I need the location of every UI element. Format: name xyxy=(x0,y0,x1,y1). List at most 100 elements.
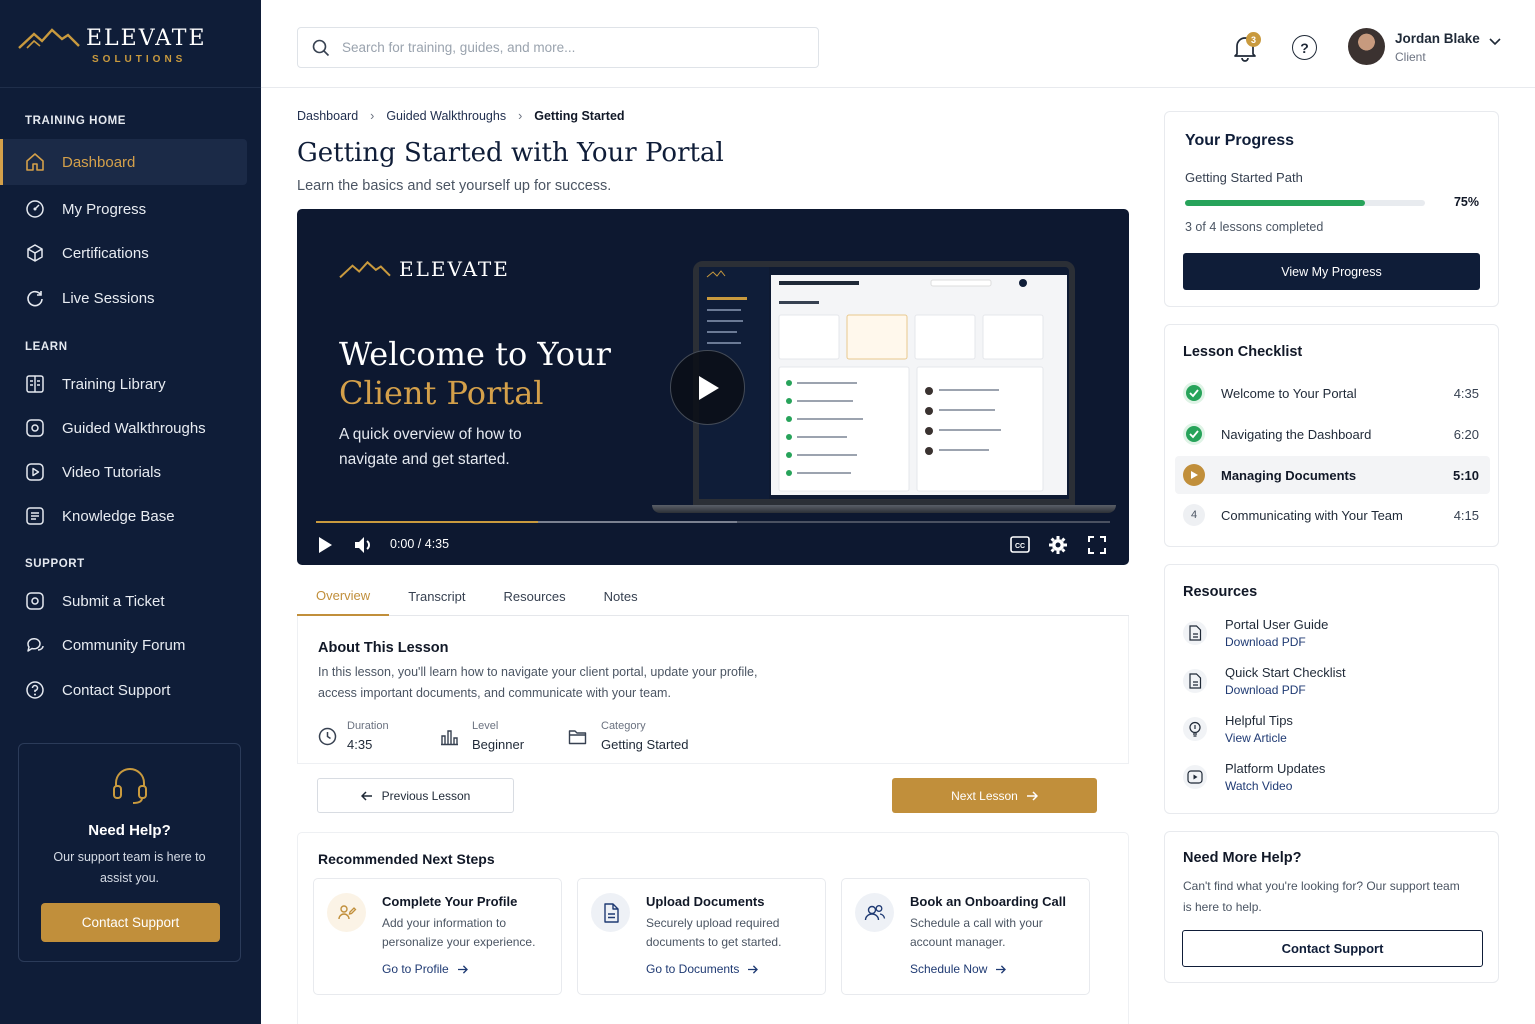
rec-card-onboarding[interactable]: Book an Onboarding Call Schedule a call … xyxy=(841,878,1090,995)
next-lesson-label: Next Lesson xyxy=(951,788,1018,803)
go-to-profile-link[interactable]: Go to Profile xyxy=(382,962,468,976)
previous-lesson-button[interactable]: Previous Lesson xyxy=(317,778,514,813)
chevron-right-icon: › xyxy=(370,109,375,123)
notification-badge: 3 xyxy=(1246,32,1261,47)
sidebar-item-dashboard[interactable]: Dashboard xyxy=(0,139,247,185)
video-player[interactable]: ELEVATE Welcome to Your Client Portal A … xyxy=(297,209,1129,565)
document-icon xyxy=(591,893,630,932)
checklist-item-duration: 4:35 xyxy=(1453,385,1479,401)
breadcrumb: Dashboard › Guided Walkthroughs › Gettin… xyxy=(297,109,625,123)
rec-card-link: Go to Documents xyxy=(646,962,740,976)
resource-title: Helpful Tips xyxy=(1225,713,1293,728)
compass-icon xyxy=(25,418,45,438)
resource-item[interactable]: Quick Start Checklist Download PDF xyxy=(1183,665,1346,697)
schedule-now-link[interactable]: Schedule Now xyxy=(910,962,1007,976)
video-time: 0:00 / 4:35 xyxy=(390,537,450,551)
tab-notes[interactable]: Notes xyxy=(585,577,657,616)
tab-transcript[interactable]: Transcript xyxy=(389,577,484,616)
sidebar-item-certifications[interactable]: Certifications xyxy=(0,230,247,276)
lightbulb-icon xyxy=(1183,717,1207,741)
laptop-screen-main xyxy=(771,275,1067,495)
sidebar-item-my-progress[interactable]: My Progress xyxy=(0,186,247,232)
sidebar-item-video-tutorials[interactable]: Video Tutorials xyxy=(0,449,247,495)
chat-icon xyxy=(25,635,45,655)
checklist-item-name: Managing Documents xyxy=(1221,467,1357,483)
resource-link[interactable]: Download PDF xyxy=(1225,635,1328,649)
progress-count: 3 of 4 lessons completed xyxy=(1185,220,1324,234)
sidebar-item-submit-ticket[interactable]: Submit a Ticket xyxy=(0,578,247,624)
go-to-documents-link[interactable]: Go to Documents xyxy=(646,962,759,976)
resource-link[interactable]: View Article xyxy=(1225,731,1293,745)
sidebar-item-community-forum[interactable]: Community Forum xyxy=(0,622,247,668)
home-icon xyxy=(25,152,45,172)
contact-support-button[interactable]: Contact Support xyxy=(1182,930,1483,967)
brand-logo[interactable]: ELEVATE SOLUTIONS xyxy=(18,26,207,65)
more-help-text: Can't find what you're looking for? Our … xyxy=(1183,879,1460,914)
checklist-item-current[interactable]: Managing Documents 5:10 xyxy=(1175,456,1490,494)
video-played-bar xyxy=(316,521,539,523)
section-training-home: TRAINING HOME xyxy=(25,115,127,127)
sidebar-item-training-library[interactable]: Training Library xyxy=(0,361,247,407)
resource-link[interactable]: Watch Video xyxy=(1225,779,1325,793)
sidebar-item-label: Knowledge Base xyxy=(62,507,175,525)
breadcrumb-dashboard[interactable]: Dashboard xyxy=(297,109,358,123)
chevron-right-icon: › xyxy=(518,109,523,123)
resource-title: Platform Updates xyxy=(1225,761,1326,776)
avatar[interactable] xyxy=(1348,28,1385,65)
refresh-icon xyxy=(25,288,45,308)
progress-bar-fill xyxy=(1185,200,1365,206)
progress-percent: 75% xyxy=(1453,195,1479,209)
video-progress-track[interactable] xyxy=(316,521,1110,523)
resource-item[interactable]: Helpful Tips View Article xyxy=(1183,713,1293,745)
sidebar-item-knowledge-base[interactable]: Knowledge Base xyxy=(0,493,247,539)
sidebar-item-label: Dashboard xyxy=(62,153,136,171)
sidebar-item-guided-walkthroughs[interactable]: Guided Walkthroughs xyxy=(0,405,247,451)
user-name[interactable]: Jordan Blake xyxy=(1395,31,1480,46)
resource-item[interactable]: Portal User Guide Download PDF xyxy=(1183,617,1328,649)
rec-card-documents[interactable]: Upload Documents Securely upload require… xyxy=(577,878,826,995)
resource-item[interactable]: Platform Updates Watch Video xyxy=(1183,761,1325,793)
sidebar-item-live-sessions[interactable]: Live Sessions xyxy=(0,275,247,321)
recommended-title: Recommended Next Steps xyxy=(318,851,495,867)
help-icon[interactable]: ? xyxy=(1292,35,1317,60)
tab-overview[interactable]: Overview xyxy=(297,577,390,616)
about-text: In this lesson, you'll learn how to navi… xyxy=(318,665,758,700)
rec-card-desc: Schedule a call with your account manage… xyxy=(910,916,1043,949)
search-input[interactable]: Search for training, guides, and more... xyxy=(297,27,819,68)
checklist-item[interactable]: 4 Communicating with Your Team 4:15 xyxy=(1175,496,1490,534)
settings-gear-icon[interactable] xyxy=(1048,535,1068,555)
rec-card-profile[interactable]: Complete Your Profile Add your informati… xyxy=(313,878,562,995)
view-my-progress-button[interactable]: View My Progress xyxy=(1183,253,1480,290)
sidebar-item-label: Live Sessions xyxy=(62,289,155,307)
chevron-down-icon[interactable] xyxy=(1489,38,1501,46)
video-heading-2: Client Portal xyxy=(339,374,544,412)
rec-card-title: Complete Your Profile xyxy=(382,894,518,909)
search-icon xyxy=(312,39,330,56)
sidebar-divider xyxy=(0,87,261,88)
play-icon[interactable] xyxy=(317,536,333,554)
fullscreen-icon[interactable] xyxy=(1088,536,1106,554)
tab-resources[interactable]: Resources xyxy=(485,577,585,616)
captions-icon[interactable]: CC xyxy=(1010,536,1030,553)
progress-title: Your Progress xyxy=(1185,132,1295,149)
folder-icon xyxy=(568,729,587,744)
sidebar-item-label: Certifications xyxy=(62,244,149,262)
breadcrumb-guided-walkthroughs[interactable]: Guided Walkthroughs xyxy=(386,109,506,123)
next-lesson-button[interactable]: Next Lesson xyxy=(892,778,1097,813)
sidebar-contact-support-button[interactable]: Contact Support xyxy=(41,903,220,942)
checklist-item-duration: 6:20 xyxy=(1453,426,1479,442)
resources-title: Resources xyxy=(1183,584,1258,600)
resource-link[interactable]: Download PDF xyxy=(1225,683,1346,697)
user-role: Client xyxy=(1395,50,1426,64)
rec-card-desc: Add your information to personalize your… xyxy=(382,916,536,949)
checklist-item[interactable]: Welcome to Your Portal 4:35 xyxy=(1175,374,1490,412)
play-overlay-button[interactable] xyxy=(670,350,745,425)
checklist-item[interactable]: Navigating the Dashboard 6:20 xyxy=(1175,415,1490,453)
volume-icon[interactable] xyxy=(353,535,375,555)
checklist-item-name: Welcome to Your Portal xyxy=(1221,385,1357,401)
sidebar-item-contact-support[interactable]: Contact Support xyxy=(0,667,247,713)
arrow-right-icon xyxy=(457,964,468,974)
meta-value: 4:35 xyxy=(347,737,373,752)
checklist-item-name: Communicating with Your Team xyxy=(1221,507,1403,523)
lesson-tabs: Overview Transcript Resources Notes xyxy=(297,577,1129,616)
